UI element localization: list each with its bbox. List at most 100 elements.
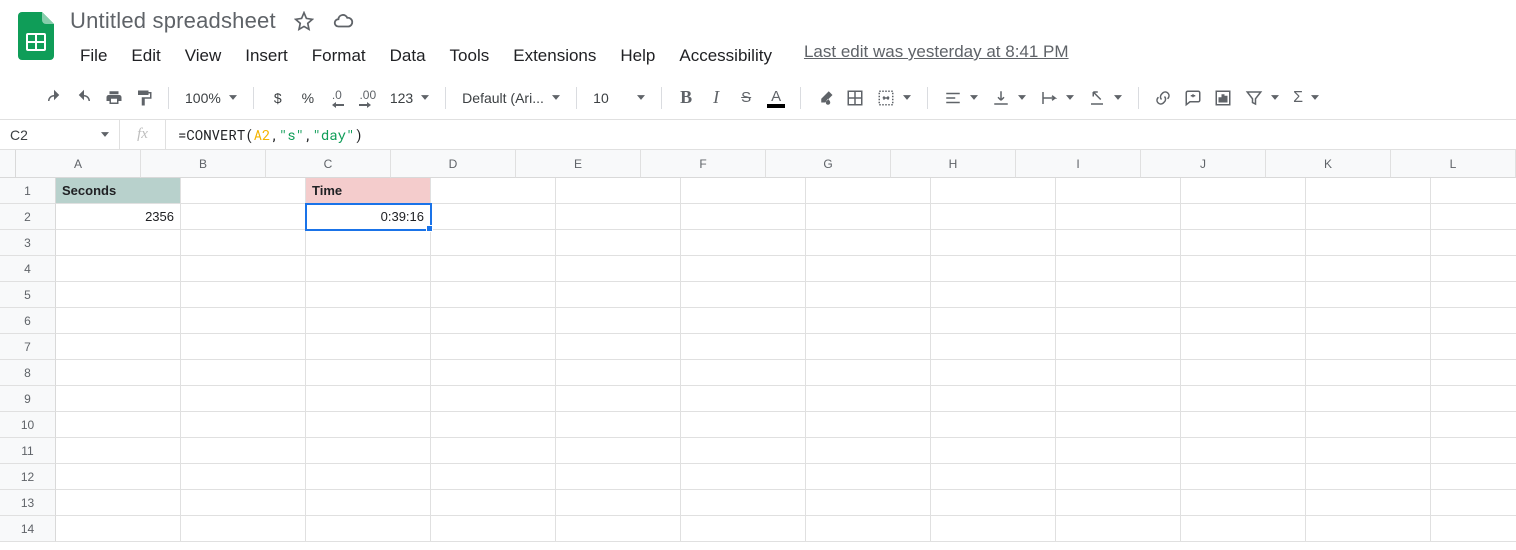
cell-C4[interactable] xyxy=(306,256,431,282)
cell-C2[interactable]: 0:39:16 xyxy=(306,204,431,230)
menu-insert[interactable]: Insert xyxy=(235,42,298,70)
cell-J6[interactable] xyxy=(1181,308,1306,334)
cell-K13[interactable] xyxy=(1306,490,1431,516)
cell-H5[interactable] xyxy=(931,282,1056,308)
cell-J8[interactable] xyxy=(1181,360,1306,386)
cell-I7[interactable] xyxy=(1056,334,1181,360)
cell-H12[interactable] xyxy=(931,464,1056,490)
cell-F11[interactable] xyxy=(681,438,806,464)
cell-K7[interactable] xyxy=(1306,334,1431,360)
cell-I11[interactable] xyxy=(1056,438,1181,464)
cell-D4[interactable] xyxy=(431,256,556,282)
cell-D6[interactable] xyxy=(431,308,556,334)
row-header[interactable]: 13 xyxy=(0,490,56,516)
menu-tools[interactable]: Tools xyxy=(440,42,500,70)
paint-format-button[interactable] xyxy=(130,84,158,112)
cell-H3[interactable] xyxy=(931,230,1056,256)
cell-I1[interactable] xyxy=(1056,178,1181,204)
cell-F2[interactable] xyxy=(681,204,806,230)
row-header[interactable]: 10 xyxy=(0,412,56,438)
strikethrough-button[interactable]: S xyxy=(732,84,760,112)
row-header[interactable]: 3 xyxy=(0,230,56,256)
cell-D1[interactable] xyxy=(431,178,556,204)
col-header[interactable]: B xyxy=(141,150,266,178)
cell-B9[interactable] xyxy=(181,386,306,412)
cell-I6[interactable] xyxy=(1056,308,1181,334)
cell-G12[interactable] xyxy=(806,464,931,490)
cell-A1[interactable]: Seconds xyxy=(56,178,181,204)
row-header[interactable]: 4 xyxy=(0,256,56,282)
cell-E1[interactable] xyxy=(556,178,681,204)
cell-A12[interactable] xyxy=(56,464,181,490)
col-header[interactable]: K xyxy=(1266,150,1391,178)
vertical-align-dropdown[interactable] xyxy=(986,84,1032,112)
insert-chart-button[interactable] xyxy=(1209,84,1237,112)
cell-C7[interactable] xyxy=(306,334,431,360)
cell-K3[interactable] xyxy=(1306,230,1431,256)
cell-G6[interactable] xyxy=(806,308,931,334)
cell-G11[interactable] xyxy=(806,438,931,464)
cell-H6[interactable] xyxy=(931,308,1056,334)
row-header[interactable]: 9 xyxy=(0,386,56,412)
row-header[interactable]: 12 xyxy=(0,464,56,490)
cell-B1[interactable] xyxy=(181,178,306,204)
cell-J1[interactable] xyxy=(1181,178,1306,204)
cell-D3[interactable] xyxy=(431,230,556,256)
cell-D11[interactable] xyxy=(431,438,556,464)
star-icon[interactable] xyxy=(294,11,314,31)
menu-format[interactable]: Format xyxy=(302,42,376,70)
cell-G1[interactable] xyxy=(806,178,931,204)
cell-B10[interactable] xyxy=(181,412,306,438)
cell-A2[interactable]: 2356 xyxy=(56,204,181,230)
cell-K14[interactable] xyxy=(1306,516,1431,542)
cell-J4[interactable] xyxy=(1181,256,1306,282)
cell-L11[interactable] xyxy=(1431,438,1516,464)
cell-A5[interactable] xyxy=(56,282,181,308)
cell-F8[interactable] xyxy=(681,360,806,386)
borders-button[interactable] xyxy=(841,84,869,112)
font-family-dropdown[interactable]: Default (Ari... xyxy=(456,84,566,112)
cell-E8[interactable] xyxy=(556,360,681,386)
insert-comment-button[interactable] xyxy=(1179,84,1207,112)
col-header[interactable]: J xyxy=(1141,150,1266,178)
cell-L3[interactable] xyxy=(1431,230,1516,256)
cell-G7[interactable] xyxy=(806,334,931,360)
zoom-dropdown[interactable]: 100% xyxy=(179,84,243,112)
cell-E9[interactable] xyxy=(556,386,681,412)
cell-J9[interactable] xyxy=(1181,386,1306,412)
cell-D7[interactable] xyxy=(431,334,556,360)
cell-L8[interactable] xyxy=(1431,360,1516,386)
cell-I3[interactable] xyxy=(1056,230,1181,256)
cell-B8[interactable] xyxy=(181,360,306,386)
cell-D13[interactable] xyxy=(431,490,556,516)
row-header[interactable]: 7 xyxy=(0,334,56,360)
cell-C12[interactable] xyxy=(306,464,431,490)
menu-data[interactable]: Data xyxy=(380,42,436,70)
cell-K6[interactable] xyxy=(1306,308,1431,334)
row-header[interactable]: 2 xyxy=(0,204,56,230)
cell-J3[interactable] xyxy=(1181,230,1306,256)
formula-input[interactable]: =CONVERT(A2, "s", "day") xyxy=(166,120,1516,149)
italic-button[interactable]: I xyxy=(702,84,730,112)
cell-E4[interactable] xyxy=(556,256,681,282)
cell-H1[interactable] xyxy=(931,178,1056,204)
select-all-corner[interactable] xyxy=(0,150,16,178)
cell-A4[interactable] xyxy=(56,256,181,282)
cloud-saved-icon[interactable] xyxy=(332,10,354,32)
cell-I4[interactable] xyxy=(1056,256,1181,282)
cell-H2[interactable] xyxy=(931,204,1056,230)
cell-L2[interactable] xyxy=(1431,204,1516,230)
cell-F12[interactable] xyxy=(681,464,806,490)
row-header[interactable]: 14 xyxy=(0,516,56,542)
cell-I8[interactable] xyxy=(1056,360,1181,386)
cell-F10[interactable] xyxy=(681,412,806,438)
menu-accessibility[interactable]: Accessibility xyxy=(669,42,782,70)
cell-B13[interactable] xyxy=(181,490,306,516)
cell-B11[interactable] xyxy=(181,438,306,464)
cell-L12[interactable] xyxy=(1431,464,1516,490)
functions-dropdown[interactable]: Σ xyxy=(1287,84,1325,112)
cell-H10[interactable] xyxy=(931,412,1056,438)
cell-G5[interactable] xyxy=(806,282,931,308)
cell-G2[interactable] xyxy=(806,204,931,230)
cell-D9[interactable] xyxy=(431,386,556,412)
